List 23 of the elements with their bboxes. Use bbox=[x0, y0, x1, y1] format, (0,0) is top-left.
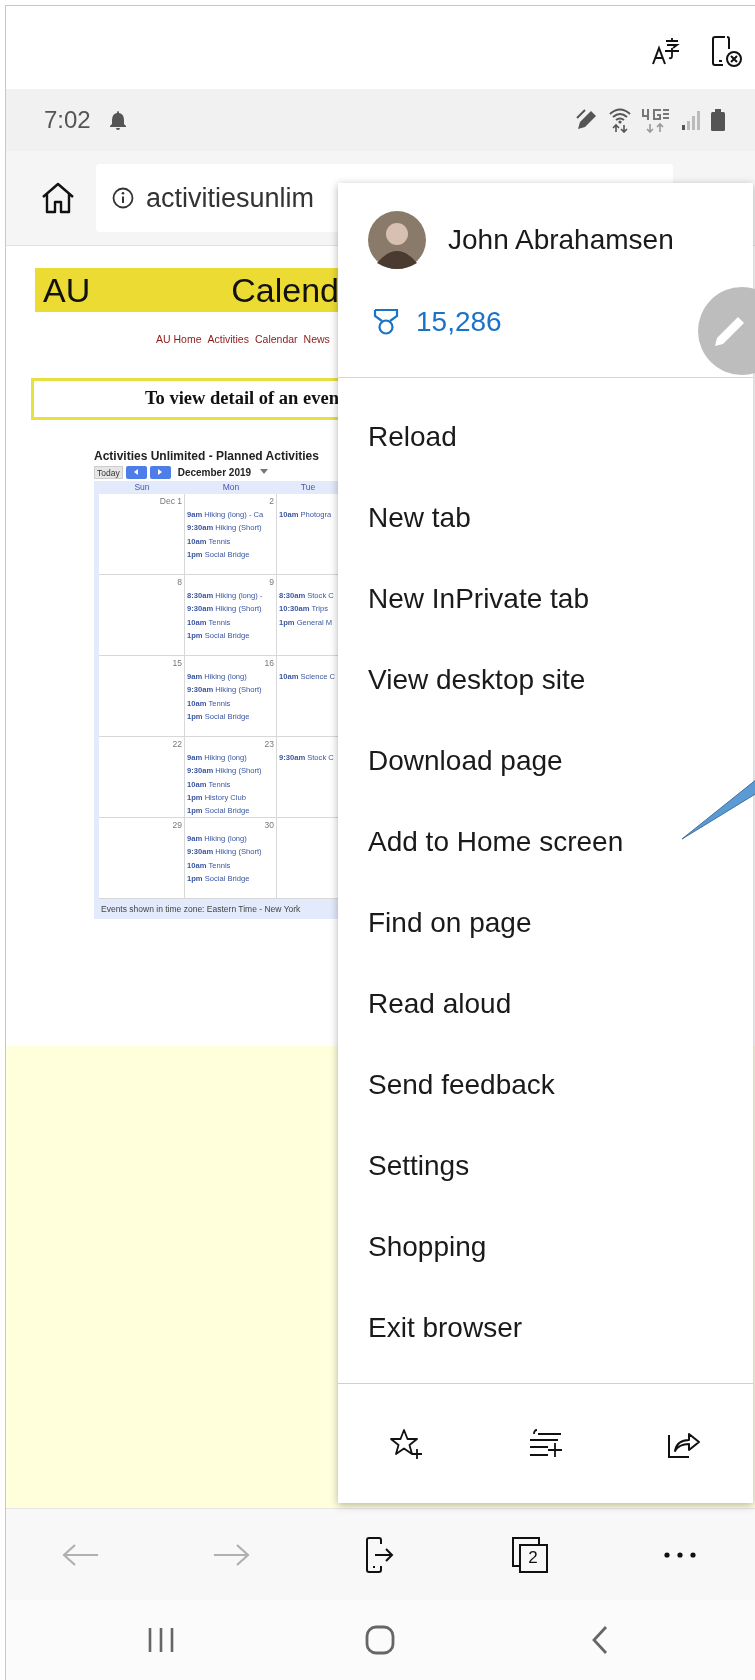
banner-title: Calend bbox=[231, 273, 339, 307]
date-number: 23 bbox=[264, 738, 274, 751]
date-number: 9 bbox=[269, 576, 274, 589]
date-number: 30 bbox=[264, 819, 274, 832]
url-text: activitiesunlim bbox=[146, 181, 315, 215]
points-count: 15,286 bbox=[416, 305, 502, 339]
weekday-header: Sun bbox=[133, 481, 151, 494]
date-number: 15 bbox=[172, 657, 182, 670]
date-number: 22 bbox=[172, 738, 182, 751]
status-time: 7:02 bbox=[44, 105, 91, 135]
date-number: Dec 1 bbox=[159, 495, 182, 508]
notice-text: To view detail of an even bbox=[144, 387, 339, 411]
banner-text: AU bbox=[43, 273, 91, 307]
tab-count: 2 bbox=[528, 1548, 538, 1567]
month-label: December 2019 bbox=[177, 465, 252, 480]
calendar-title: Activities Unlimited - Planned Activities bbox=[94, 448, 320, 464]
timezone-note: Events shown in time zone: Eastern Time - New York bbox=[100, 903, 302, 916]
weekday-header: Tue bbox=[299, 481, 317, 494]
date-number: 16 bbox=[264, 657, 274, 670]
weekday-header: Mon bbox=[221, 481, 241, 494]
date-number: 8 bbox=[177, 576, 182, 589]
date-number: 29 bbox=[172, 819, 182, 832]
date-number: 2 bbox=[269, 495, 274, 508]
